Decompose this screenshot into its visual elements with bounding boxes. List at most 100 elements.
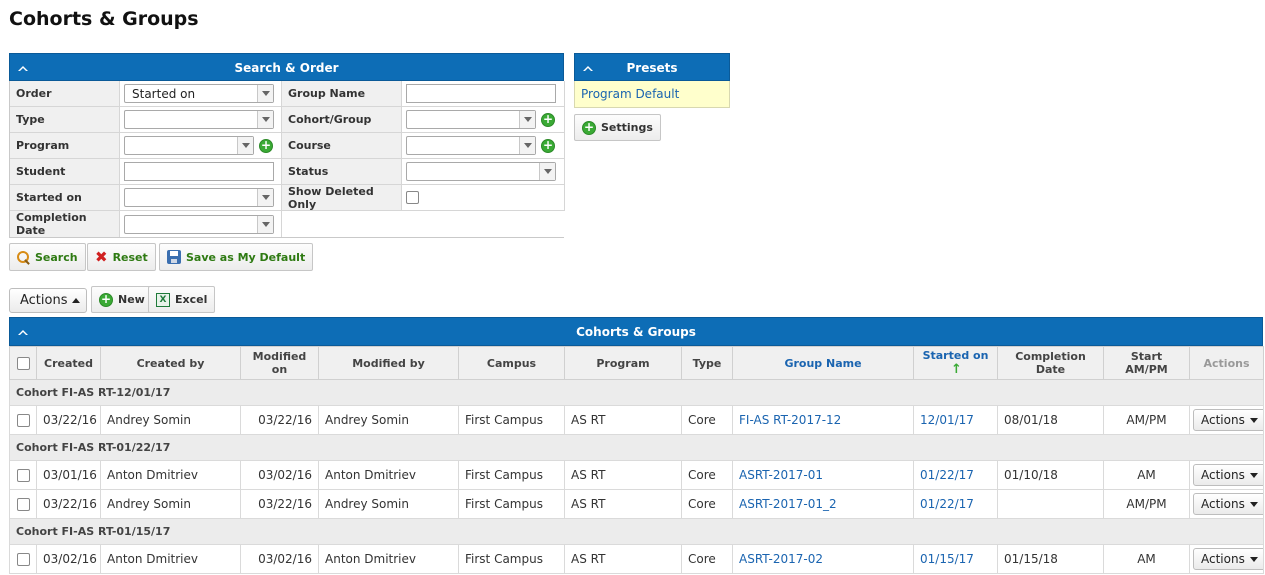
cell-started-on[interactable]: 01/22/17: [913, 460, 998, 490]
row-actions-label: Actions: [1201, 413, 1245, 427]
row-actions-cell: Actions: [1189, 489, 1264, 519]
actions-label: Actions: [20, 293, 68, 308]
add-course-icon[interactable]: +: [541, 138, 555, 153]
cell-modified-on: 03/22/16: [240, 489, 319, 519]
table-row[interactable]: 03/22/16 Andrey Somin 03/22/16 Andrey Somin…: [9, 489, 1264, 519]
row-actions-cell: Actions: [1189, 544, 1264, 574]
chevron-down-icon: [257, 189, 273, 206]
search-button[interactable]: Search: [9, 243, 86, 271]
col-started-on-label: Started on: [922, 349, 989, 362]
settings-button[interactable]: + Settings: [574, 114, 661, 141]
type-select[interactable]: [124, 110, 274, 129]
col-modified-by[interactable]: Modified by: [318, 346, 459, 380]
cell-start-am-pm: AM/PM: [1103, 489, 1190, 519]
row-actions-button[interactable]: Actions: [1193, 464, 1263, 486]
col-program[interactable]: Program: [564, 346, 682, 380]
cell-started-on[interactable]: 01/22/17: [913, 489, 998, 519]
type-label: Type: [10, 107, 120, 133]
chevron-down-icon: [519, 111, 535, 128]
presets-header[interactable]: Presets: [574, 53, 730, 81]
cell-program: AS RT: [564, 405, 682, 435]
cell-program: AS RT: [564, 489, 682, 519]
completion-date-select[interactable]: [124, 214, 274, 234]
row-actions-cell: Actions: [1189, 460, 1264, 490]
cell-started-on[interactable]: 01/15/17: [913, 544, 998, 574]
program-select[interactable]: [124, 136, 254, 155]
col-campus[interactable]: Campus: [458, 346, 565, 380]
show-deleted-checkbox[interactable]: [406, 191, 419, 204]
row-checkbox[interactable]: [16, 469, 30, 482]
col-completion-date[interactable]: Completion Date: [997, 346, 1104, 380]
row-checkbox[interactable]: [16, 498, 30, 511]
cohort-group-select[interactable]: [406, 110, 536, 129]
search-order-header[interactable]: Search & Order: [9, 53, 564, 81]
cell-type: Core: [681, 489, 733, 519]
col-type[interactable]: Type: [681, 346, 733, 380]
cell-group-name[interactable]: FI-AS RT-2017-12: [732, 405, 914, 435]
caret-up-icon: [71, 298, 80, 303]
cohort-group-label: Cohort/Group: [282, 107, 402, 133]
preset-program-default[interactable]: Program Default: [574, 81, 730, 108]
settings-label: Settings: [601, 121, 653, 134]
cell-program: AS RT: [564, 460, 682, 490]
group-label: Cohort FI-AS RT-01/15/17: [9, 518, 1264, 545]
col-started-on[interactable]: Started on↑: [913, 346, 998, 380]
course-select[interactable]: [406, 136, 536, 155]
reset-button[interactable]: ✖ Reset: [87, 243, 156, 271]
chevron-down-icon: [257, 111, 273, 128]
empty-cell: [282, 211, 565, 237]
group-name-input[interactable]: [406, 84, 556, 103]
cell-modified-by: Anton Dmitriev: [318, 544, 459, 574]
collapse-caret-icon[interactable]: [16, 318, 30, 346]
col-created[interactable]: Created: [36, 346, 101, 380]
chevron-down-icon: [1249, 501, 1258, 507]
col-modified-on[interactable]: Modified on: [240, 346, 319, 380]
col-start-ampm[interactable]: Start AM/PM: [1103, 346, 1190, 380]
table-row[interactable]: 03/02/16 Anton Dmitriev 03/02/16 Anton Dmit…: [9, 544, 1264, 574]
save-default-button[interactable]: Save as My Default: [159, 243, 314, 271]
select-all-cell: [9, 346, 37, 380]
chevron-down-icon: [1249, 417, 1258, 423]
row-actions-button[interactable]: Actions: [1193, 548, 1263, 570]
group-label: Cohort FI-AS RT-01/22/17: [9, 434, 1264, 461]
cell-modified-on: 03/02/16: [240, 544, 319, 574]
col-group-name[interactable]: Group Name: [732, 346, 914, 380]
started-on-select[interactable]: [124, 188, 274, 207]
row-checkbox[interactable]: [16, 553, 30, 566]
cell-modified-on: 03/02/16: [240, 460, 319, 490]
excel-button[interactable]: X Excel: [148, 286, 216, 313]
add-program-icon[interactable]: +: [259, 138, 273, 153]
cell-group-name[interactable]: ASRT-2017-01_2: [732, 489, 914, 519]
cell-group-name[interactable]: ASRT-2017-01: [732, 460, 914, 490]
actions-dropdown-button[interactable]: Actions: [9, 288, 87, 313]
plus-icon: +: [99, 291, 113, 307]
cell-completion-date: 01/15/18: [997, 544, 1104, 574]
cell-started-on[interactable]: 12/01/17: [913, 405, 998, 435]
table-row[interactable]: 03/22/16 Andrey Somin 03/22/16 Andrey Somin…: [9, 405, 1264, 435]
row-actions-button[interactable]: Actions: [1193, 409, 1263, 431]
cell-created-by: Anton Dmitriev: [100, 544, 241, 574]
cell-group-name[interactable]: ASRT-2017-02: [732, 544, 914, 574]
row-actions-label: Actions: [1201, 552, 1245, 566]
collapse-caret-icon[interactable]: [16, 54, 30, 82]
row-actions-cell: Actions: [1189, 405, 1264, 435]
cell-type: Core: [681, 544, 733, 574]
new-button[interactable]: + New: [91, 286, 153, 313]
row-checkbox[interactable]: [16, 414, 30, 427]
chevron-down-icon: [519, 137, 535, 154]
col-created-by[interactable]: Created by: [100, 346, 241, 380]
row-actions-button[interactable]: Actions: [1193, 493, 1263, 515]
table-body: Cohort FI-AS RT-12/01/17 03/22/16 Andrey S…: [9, 379, 1264, 574]
group-row: Cohort FI-AS RT-01/15/17: [9, 518, 1264, 545]
order-label: Order: [10, 81, 120, 107]
status-select[interactable]: [406, 162, 556, 181]
close-icon: ✖: [95, 247, 108, 266]
student-input[interactable]: [124, 162, 274, 181]
table-row[interactable]: 03/01/16 Anton Dmitriev 03/02/16 Anton Dmit…: [9, 460, 1264, 490]
add-cohort-icon[interactable]: +: [541, 112, 555, 127]
grid-header[interactable]: Cohorts & Groups: [9, 317, 1263, 346]
order-select[interactable]: Started on: [124, 84, 274, 103]
select-all-checkbox[interactable]: [16, 356, 30, 370]
chevron-down-icon: [1249, 472, 1258, 478]
collapse-caret-icon[interactable]: [581, 54, 595, 82]
